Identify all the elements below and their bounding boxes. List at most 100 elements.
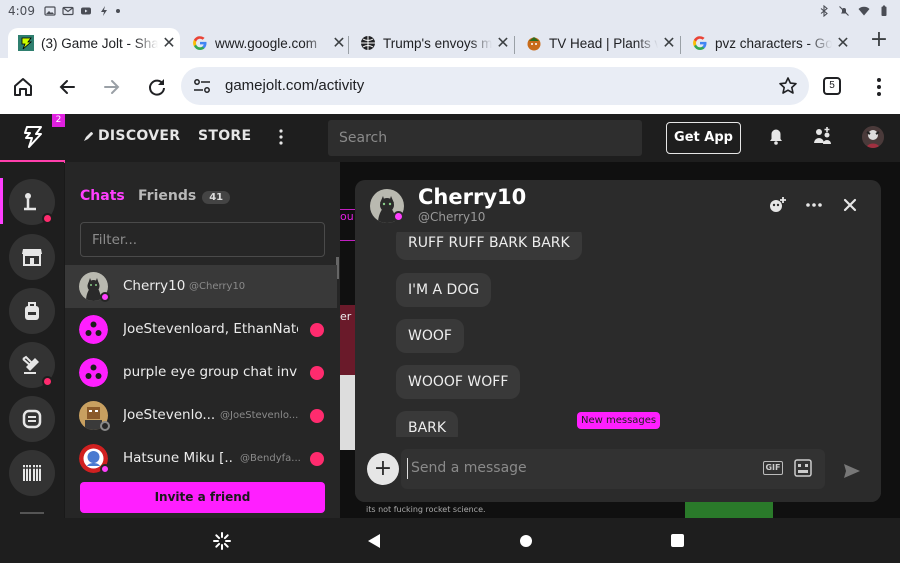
reload-icon[interactable] <box>144 74 170 100</box>
feed-image-strip: er <box>340 305 356 375</box>
rail-backpack-button[interactable] <box>9 288 55 334</box>
browser-tab-fandom[interactable]: TV Head | Plants vs. Zombies ✕ <box>516 28 680 58</box>
browser-tab-gamejolt[interactable]: (3) Game Jolt - Share your creations ✕ <box>8 28 180 58</box>
rail-barcode-button[interactable] <box>9 450 55 496</box>
barcode-icon <box>23 465 41 481</box>
tab-switcher-button[interactable]: 5 <box>823 77 841 95</box>
status-time: 4:09 <box>8 4 35 18</box>
more-menu-icon[interactable] <box>866 74 892 100</box>
address-bar[interactable]: gamejolt.com/activity <box>181 67 809 105</box>
tab-separator <box>348 36 349 54</box>
sticker-icon[interactable] <box>794 459 812 477</box>
google-favicon-icon <box>193 36 207 50</box>
chat-list-item[interactable]: purple eye group chat invi... <box>65 351 337 394</box>
wifi-icon <box>858 6 870 16</box>
tab-friends[interactable]: Friends 41 <box>138 188 231 204</box>
chat-list-item[interactable]: Hatsune Miku [... @Bendyfa... <box>65 437 337 480</box>
message-placeholder: Send a message <box>411 460 527 476</box>
browser-tab-strip: (3) Game Jolt - Share your creations ✕ w… <box>0 24 900 58</box>
tab-separator <box>514 36 515 54</box>
backpack-icon <box>25 302 39 320</box>
search-input[interactable]: Search <box>328 120 642 156</box>
gamejolt-favicon-icon <box>18 35 34 51</box>
notification-count-badge: 2 <box>52 114 65 127</box>
notification-dot-icon <box>116 9 120 13</box>
gamejolt-logo-icon[interactable] <box>20 124 46 150</box>
message-bubble: WOOOF WOFF <box>396 365 521 399</box>
chat-list-item[interactable]: JoeStevenlo... @JoeStevenlo... <box>65 394 337 437</box>
tab-separator <box>680 36 681 54</box>
group-chat-icon <box>79 358 108 387</box>
site-settings-icon[interactable] <box>193 78 211 94</box>
nav-store[interactable]: STORE <box>198 128 251 144</box>
unread-dot <box>310 366 324 380</box>
get-app-button[interactable]: Get App <box>666 122 741 154</box>
search-placeholder: Search <box>339 130 388 146</box>
bell-icon[interactable] <box>767 126 785 146</box>
add-friend-icon[interactable] <box>768 195 788 215</box>
forward-arrow-icon[interactable] <box>99 74 125 100</box>
browser-tab-google-search[interactable]: pvz characters - Google ✕ <box>682 28 854 58</box>
friend-count-badge: 41 <box>202 191 231 204</box>
tab-friends-label: Friends <box>138 188 197 204</box>
close-icon[interactable] <box>840 195 860 215</box>
close-tab-icon[interactable]: ✕ <box>328 33 350 53</box>
friend-requests-icon[interactable] <box>813 126 833 146</box>
chat-list-item[interactable]: Cherry10 @Cherry10 <box>65 265 337 308</box>
message-bubble: WOOF <box>396 319 464 353</box>
message-input[interactable]: Send a message GIF <box>401 449 825 489</box>
home-icon[interactable] <box>10 74 36 100</box>
url-text: gamejolt.com/activity <box>225 77 365 94</box>
close-tab-icon[interactable]: ✕ <box>492 33 514 53</box>
chats-tabs: Chats Friends 41 <box>80 188 231 204</box>
store-icon <box>22 249 42 266</box>
new-tab-button[interactable]: + <box>866 28 892 54</box>
invite-friend-button[interactable]: Invite a friend <box>80 482 325 513</box>
silent-icon <box>839 6 849 16</box>
user-avatar[interactable] <box>862 126 884 148</box>
chat-list-item[interactable]: JoeStevenloard, EthanNate... <box>65 308 337 351</box>
message-list: RUFF RUFF BARK BARK I'M A DOG WOOF WOOOF… <box>355 232 881 437</box>
nav-home-button[interactable] <box>520 535 532 547</box>
bookmark-star-icon[interactable] <box>778 76 798 96</box>
unread-dot <box>310 409 324 423</box>
text-caret <box>407 458 408 479</box>
tab-chats[interactable]: Chats <box>80 188 125 204</box>
nav-discover[interactable]: DISCOVER <box>98 128 180 144</box>
new-messages-indicator[interactable]: New messages <box>577 412 661 429</box>
app-drawer-icon[interactable] <box>213 532 231 550</box>
chat-name: Hatsune Miku [... <box>123 450 233 466</box>
nav-back-icon[interactable] <box>367 533 381 549</box>
chat-title[interactable]: Cherry10 <box>418 185 526 209</box>
rail-community-button[interactable] <box>9 396 55 442</box>
send-icon[interactable] <box>843 462 861 480</box>
browser-tab-google[interactable]: www.google.com ✕ <box>182 28 350 58</box>
fandom-favicon-icon <box>527 37 541 51</box>
add-attachment-button[interactable]: + <box>367 453 399 485</box>
rail-divider <box>20 512 44 514</box>
more-vertical-icon[interactable] <box>272 128 290 146</box>
close-tab-icon[interactable]: ✕ <box>158 33 180 53</box>
gallery-icon <box>44 6 56 16</box>
chat-name: Cherry10 <box>123 278 186 294</box>
back-arrow-icon[interactable] <box>54 74 80 100</box>
chat-header: Cherry10 @Cherry10 <box>355 180 881 236</box>
rail-store-button[interactable] <box>9 234 55 280</box>
more-options-icon[interactable] <box>804 195 824 215</box>
browser-toolbar: gamejolt.com/activity 5 <box>0 58 900 114</box>
chat-name: purple eye group chat invi... <box>123 364 298 380</box>
tab-title: (3) Game Jolt - Share your creations <box>41 35 158 51</box>
chat-window: Cherry10 @Cherry10 RUFF RUFF BARK BARK I… <box>355 180 881 502</box>
chat-handle: @JoeStevenlo... <box>220 410 299 421</box>
browser-tab-news[interactable]: Trump's envoys meet ✕ <box>350 28 514 58</box>
filter-input[interactable]: Filter... <box>80 222 325 257</box>
filter-placeholder: Filter... <box>92 232 138 248</box>
bluetooth-icon <box>820 5 828 17</box>
community-icon <box>22 409 42 429</box>
chat-handle: @Cherry10 <box>418 210 486 224</box>
feed-image <box>685 502 773 518</box>
close-tab-icon[interactable]: ✕ <box>832 33 854 53</box>
gif-button[interactable]: GIF <box>763 461 783 475</box>
nav-recents-button[interactable] <box>671 534 684 547</box>
close-tab-icon[interactable]: ✕ <box>658 33 680 53</box>
